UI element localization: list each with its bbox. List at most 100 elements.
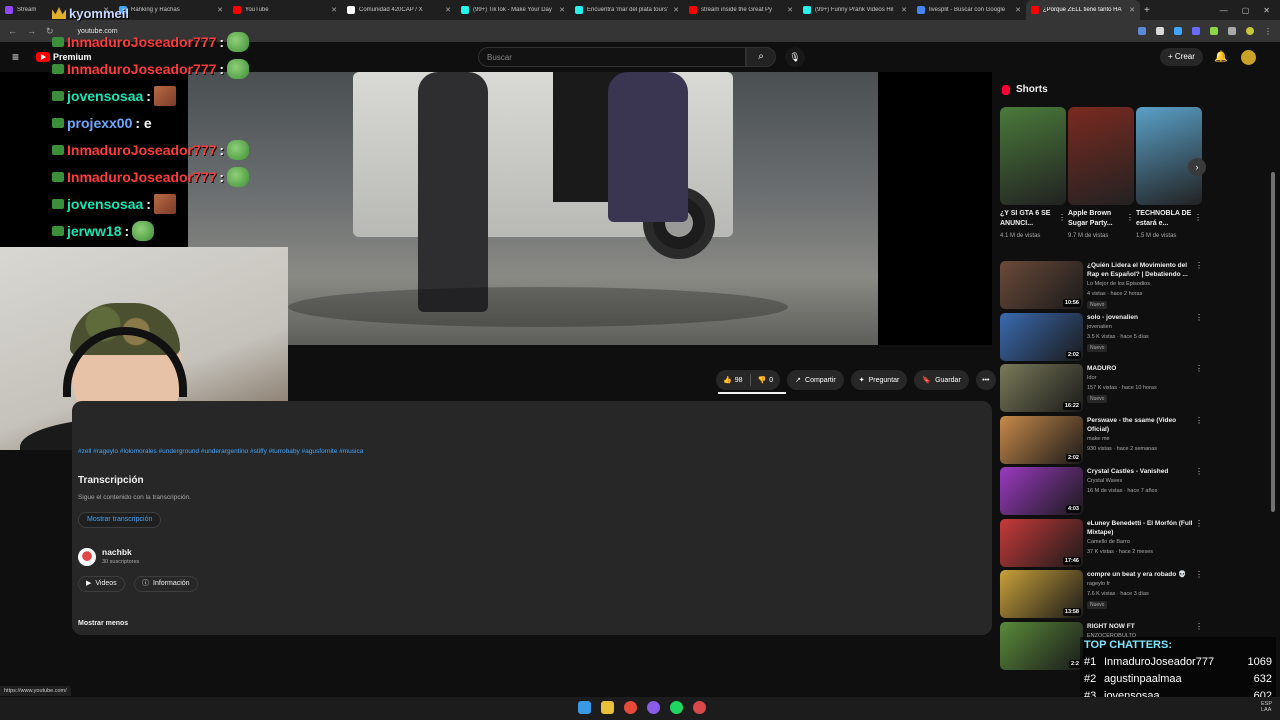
more-vertical-icon[interactable]: ⋮ [1195, 261, 1203, 270]
video-title[interactable]: MADURO [1087, 364, 1193, 373]
video-title[interactable]: solo - jovenalien [1087, 313, 1193, 322]
account-avatar[interactable] [1241, 50, 1256, 65]
extension-icon[interactable] [1192, 27, 1200, 35]
browser-tab[interactable]: (99+) TikTok - Make Your Day ✕ [456, 0, 570, 20]
extension-icon[interactable] [1174, 27, 1182, 35]
video-thumbnail[interactable]: 2:02 [1000, 415, 1083, 464]
short-title[interactable]: TECHNOBLA DE estará e... [1136, 209, 1202, 231]
page-scrollbar[interactable] [1271, 172, 1275, 512]
more-vertical-icon[interactable]: ⋮ [1126, 213, 1134, 222]
video-thumbnail[interactable]: 16:22 [1000, 364, 1083, 412]
recommended-video[interactable]: 13:58 compre un beat y era robado 💀 rageyl… [1000, 570, 1203, 618]
recommended-video[interactable]: 17:46 eLuney Benedetti - El Morfón (Full … [1000, 518, 1203, 567]
more-actions-button[interactable]: ••• [975, 370, 996, 390]
search-input[interactable]: Buscar [478, 47, 746, 67]
video-channel[interactable]: rageylo fr [1087, 581, 1110, 587]
video-channel[interactable]: Camello de Barro [1087, 539, 1130, 545]
create-button[interactable]: + Crear [1160, 48, 1203, 66]
browser-tab[interactable]: ¿Porque ZELL tiene tanto HA ✕ [1026, 0, 1140, 20]
close-tab-icon[interactable]: ✕ [445, 6, 451, 14]
video-thumbnail[interactable]: 2:2 [1000, 621, 1083, 670]
extension-icon[interactable] [1138, 27, 1146, 35]
recommended-video[interactable]: 4:03 Crystal Castles - Vanished Crystal Wa… [1000, 467, 1203, 515]
more-vertical-icon[interactable]: ⋮ [1195, 467, 1203, 476]
recommended-video[interactable]: 2:02 solo - jovenalien jovenalien 3.5 K vis… [1000, 312, 1203, 361]
app-icon[interactable] [693, 701, 706, 714]
short-card[interactable]: ¿Y SI GTA 6 SE ANUNCI... 4.1 M de vistas ⋮ [1000, 107, 1066, 239]
close-window-icon[interactable]: ✕ [1263, 6, 1270, 15]
short-title[interactable]: ¿Y SI GTA 6 SE ANUNCI... [1000, 209, 1066, 231]
browser-tab[interactable]: Encuentra 'mar del plata tours' ✕ [570, 0, 684, 20]
minimize-icon[interactable]: — [1220, 6, 1228, 15]
more-vertical-icon[interactable]: ⋮ [1195, 313, 1203, 322]
video-thumbnail[interactable]: 17:46 [1000, 518, 1083, 567]
show-transcript-button[interactable]: Mostrar transcripción [78, 512, 162, 528]
close-tab-icon[interactable]: ✕ [901, 6, 907, 14]
video-title[interactable]: RIGHT NOW FT [1087, 622, 1193, 631]
back-icon[interactable]: ← [8, 26, 17, 36]
channel-avatar[interactable] [78, 548, 96, 566]
short-title[interactable]: Apple Brown Sugar Party... [1068, 209, 1134, 231]
maximize-icon[interactable]: ▢ [1242, 6, 1250, 15]
browser-menu-icon[interactable]: ⋮ [1264, 27, 1272, 36]
video-channel[interactable]: Crystal Waves [1087, 478, 1122, 484]
video-channel[interactable]: make me [1087, 436, 1110, 442]
ask-button[interactable]: ✦ Preguntar [850, 370, 908, 390]
short-card[interactable]: Apple Brown Sugar Party... 9.7 M de vista… [1068, 107, 1134, 239]
recommended-video[interactable]: 10:56 ¿Quién Lidera el Movimiento del Rap… [1000, 261, 1203, 309]
more-vertical-icon[interactable]: ⋮ [1058, 213, 1066, 222]
save-button[interactable]: 🔖 Guardar [914, 370, 969, 390]
browser-tab[interactable]: stream inside the Great Py ✕ [684, 0, 798, 20]
more-vertical-icon[interactable]: ⋮ [1195, 622, 1203, 631]
short-thumbnail[interactable] [1068, 107, 1134, 205]
more-vertical-icon[interactable]: ⋮ [1195, 570, 1203, 579]
search-button[interactable]: ⌕ [746, 47, 776, 67]
video-title[interactable]: Perswave - the ssame (Video Oficial) [1087, 416, 1193, 434]
videos-button[interactable]: ▶ Videos [78, 576, 125, 592]
more-vertical-icon[interactable]: ⋮ [1195, 416, 1203, 425]
close-tab-icon[interactable]: ✕ [331, 6, 337, 14]
video-title[interactable]: Crystal Castles - Vanished [1087, 467, 1193, 476]
dislike-button[interactable]: 👎 0 [751, 370, 781, 390]
video-thumbnail[interactable]: 2:02 [1000, 312, 1083, 361]
chrome-icon[interactable] [624, 701, 637, 714]
new-tab-icon[interactable]: + [1144, 5, 1150, 16]
spotify-icon[interactable] [670, 701, 683, 714]
video-title[interactable]: eLuney Benedetti - El Morfón (Full Mixta… [1087, 519, 1193, 537]
extensions-puzzle-icon[interactable] [1228, 27, 1236, 35]
close-tab-icon[interactable]: ✕ [559, 6, 565, 14]
voice-search-button[interactable]: 🎙 [785, 47, 805, 67]
video-thumbnail[interactable]: 10:56 [1000, 261, 1083, 309]
hamburger-menu-icon[interactable]: ≡ [12, 51, 19, 63]
like-button[interactable]: 👍 98 [716, 370, 750, 390]
file-explorer-icon[interactable] [601, 701, 614, 714]
profile-icon[interactable] [1246, 27, 1254, 35]
short-thumbnail[interactable] [1136, 107, 1202, 205]
bookmark-star-icon[interactable] [1156, 27, 1164, 35]
more-vertical-icon[interactable]: ⋮ [1195, 519, 1203, 528]
language-indicator[interactable]: ESP LAA [1261, 701, 1272, 713]
browser-tab[interactable]: (99+) Funny Prank Videos Hil ✕ [798, 0, 912, 20]
close-tab-icon[interactable]: ✕ [673, 6, 679, 14]
messenger-icon[interactable] [647, 701, 660, 714]
more-vertical-icon[interactable]: ⋮ [1194, 213, 1202, 222]
more-vertical-icon[interactable]: ⋮ [1195, 364, 1203, 373]
video-channel[interactable]: Idor [1087, 375, 1096, 381]
show-less-button[interactable]: Mostrar menos [78, 620, 128, 627]
info-button[interactable]: ⓘ Información [134, 576, 198, 592]
windows-start-icon[interactable] [578, 701, 591, 714]
hashtags[interactable]: #zell #rageylo #lolomorales #underground… [78, 448, 363, 455]
recommended-video[interactable]: 16:22 MADURO Idor 157 K vistas · hace 10 ho… [1000, 364, 1203, 412]
video-title[interactable]: ¿Quién Lidera el Movimiento del Rap en E… [1087, 261, 1193, 279]
video-thumbnail[interactable]: 4:03 [1000, 467, 1083, 515]
share-button[interactable]: ↗ Compartir [787, 370, 844, 390]
short-thumbnail[interactable] [1000, 107, 1066, 205]
browser-tab[interactable]: livesplit - Buscar con Google ✕ [912, 0, 1026, 20]
extension-icon[interactable] [1210, 27, 1218, 35]
video-thumbnail[interactable]: 13:58 [1000, 570, 1083, 618]
recommended-video[interactable]: 2:02 Perswave - the ssame (Video Oficial)… [1000, 415, 1203, 464]
browser-tab[interactable]: Comunidad 420CAP / X ✕ [342, 0, 456, 20]
shorts-next-button[interactable]: › [1188, 158, 1206, 176]
channel-name[interactable]: nachbk [102, 547, 132, 557]
video-channel[interactable]: Lo Mejor de los Episodios [1087, 281, 1150, 287]
